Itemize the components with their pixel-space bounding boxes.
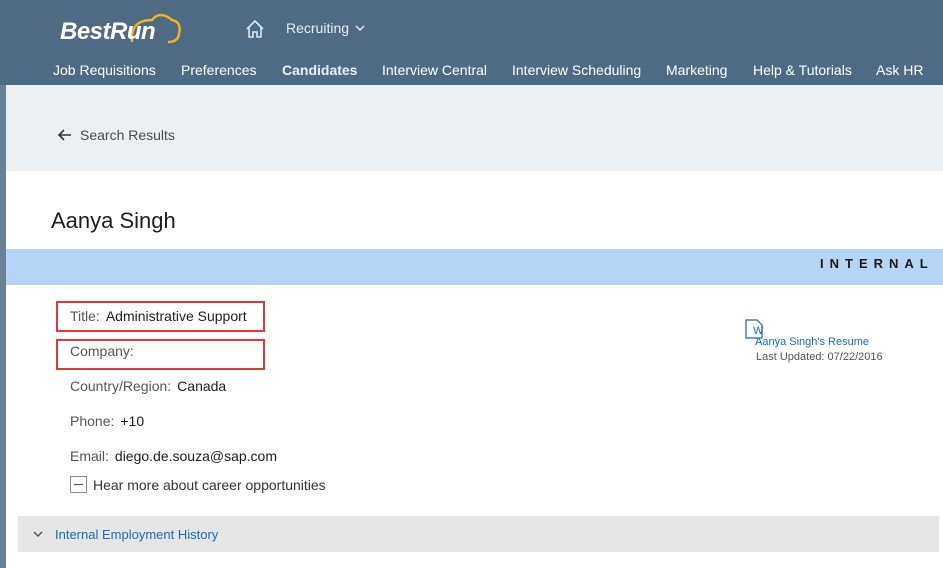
candidate-name: Aanya Singh (51, 208, 176, 233)
back-to-search-results[interactable]: Search Results (58, 127, 175, 143)
phone-field: Phone: +10 (70, 413, 144, 429)
minus-icon (74, 483, 83, 486)
country-value: Canada (177, 378, 227, 394)
arrow-left-icon (58, 129, 71, 141)
resume-link[interactable]: Aanya Singh's Resume (755, 336, 869, 348)
phone-label: Phone: (70, 413, 115, 429)
email-value[interactable]: diego.de.souza@sap.com (115, 448, 277, 464)
career-opt-in: Hear more about career opportunities (70, 476, 326, 493)
nav-help-tutorials[interactable]: Help & Tutorials (753, 62, 852, 78)
module-label: Recruiting (286, 20, 350, 36)
nav-preferences[interactable]: Preferences (181, 62, 256, 78)
phone-value: +10 (120, 413, 145, 429)
title-value: Administrative Support (105, 308, 247, 324)
country-label: Country/Region: (70, 378, 172, 394)
nav-interview-scheduling[interactable]: Interview Scheduling (512, 62, 641, 78)
breadcrumb: Search Results (6, 85, 943, 171)
logo-text: BestRun (60, 18, 156, 45)
internal-employment-history-toggle[interactable]: Internal Employment History (18, 516, 939, 552)
app-header: BestRun Recruiting Job Requisitions Pref… (0, 0, 943, 85)
company-label: Company: (70, 343, 134, 359)
title-field: Title: Administrative Support (70, 308, 247, 324)
title-label: Title: (70, 308, 100, 324)
nav-marketing[interactable]: Marketing (666, 62, 727, 78)
resume-last-updated: Last Updated: 07/22/2016 (756, 351, 883, 363)
nav-interview-central[interactable]: Interview Central (382, 62, 487, 78)
chevron-down-icon (33, 531, 43, 538)
back-label: Search Results (80, 127, 175, 143)
nav-ask-hr[interactable]: Ask HR (876, 62, 923, 78)
nav-candidates[interactable]: Candidates (282, 62, 357, 78)
module-switcher[interactable]: Recruiting (286, 20, 365, 36)
home-icon[interactable] (244, 18, 266, 40)
top-navigation: Job Requisitions Preferences Candidates … (0, 58, 943, 84)
history-label: Internal Employment History (55, 526, 219, 542)
email-field: Email: diego.de.souza@sap.com (70, 448, 277, 464)
country-field: Country/Region: Canada (70, 378, 226, 394)
career-opt-in-label: Hear more about career opportunities (93, 476, 326, 493)
email-label: Email: (70, 448, 109, 464)
internal-band-label: INTERNAL C (820, 256, 943, 271)
nav-job-requisitions[interactable]: Job Requisitions (53, 62, 156, 78)
career-opt-in-checkbox[interactable] (70, 476, 87, 493)
chevron-down-icon (355, 25, 365, 32)
internal-candidate-band: INTERNAL C (6, 249, 943, 285)
company-field: Company: (70, 343, 140, 359)
